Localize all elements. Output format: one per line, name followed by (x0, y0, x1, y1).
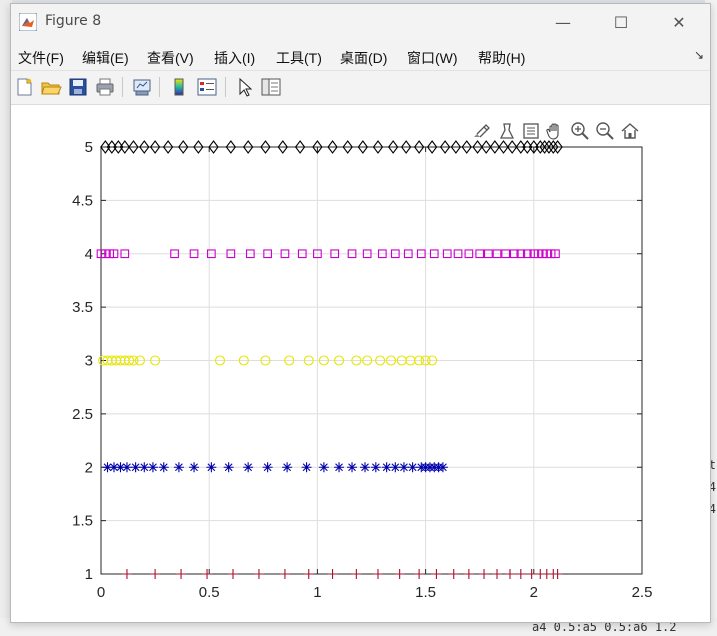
maximize-button[interactable]: ☐ (598, 4, 644, 40)
menu-desktop[interactable]: 桌面(D) (340, 48, 387, 68)
toolbar-separator (159, 77, 160, 97)
data-point-star (121, 462, 132, 473)
x-tick-label: 1.5 (415, 584, 436, 601)
y-tick-label: 1.5 (72, 513, 93, 530)
menu-insert[interactable]: 插入(I) (214, 48, 255, 68)
menu-edit[interactable]: 编辑(E) (82, 48, 129, 68)
x-tick-label: 0.5 (199, 584, 220, 601)
data-point-star (398, 462, 409, 473)
data-point-star (206, 462, 217, 473)
y-tick-label: 4 (85, 246, 93, 263)
window-title: Figure 8 (45, 13, 102, 29)
y-tick-label: 3 (85, 353, 93, 370)
data-point-star (370, 462, 381, 473)
data-point-star (347, 462, 358, 473)
data-point-star (282, 462, 293, 473)
new-figure-icon[interactable] (13, 76, 35, 98)
close-button[interactable]: ✕ (656, 4, 702, 40)
data-point-star (301, 462, 312, 473)
menu-tools[interactable]: 工具(T) (276, 48, 322, 68)
save-icon[interactable] (67, 76, 89, 98)
toolbar-separator (225, 77, 226, 97)
data-point-star (158, 462, 169, 473)
y-tick-label: 2 (85, 459, 93, 476)
x-tick-label: 2.5 (632, 584, 653, 601)
data-point-star (390, 462, 401, 473)
menu-help[interactable]: 帮助(H) (478, 48, 525, 68)
insert-colorbar-icon[interactable] (168, 76, 190, 98)
link-plot-icon[interactable] (131, 76, 153, 98)
data-point-star (437, 462, 448, 473)
data-point-star (189, 462, 200, 473)
scatter-plot: 0 0.5 1 1.5 2 2.5 1 1.5 2 2.5 3 3.5 4 4.5 5 (72, 139, 653, 601)
data-point-star (173, 462, 184, 473)
insert-legend-icon[interactable] (196, 76, 218, 98)
data-point-star (139, 462, 150, 473)
edit-plot-icon[interactable] (234, 76, 256, 98)
y-tick-label: 1 (85, 566, 93, 583)
toolbar-separator (122, 77, 123, 97)
title-bar[interactable]: Figure 8 — ☐ ✕ (11, 4, 710, 40)
data-point-star (407, 462, 418, 473)
data-point-star (223, 462, 234, 473)
property-inspector-icon[interactable] (260, 76, 282, 98)
data-point-star (147, 462, 158, 473)
y-tick-label: 2.5 (72, 406, 93, 423)
x-tick-label: 2 (530, 584, 538, 601)
open-file-icon[interactable] (40, 76, 62, 98)
menu-overflow-arrow-icon[interactable]: ↘ (694, 48, 704, 62)
data-point-star (360, 462, 371, 473)
x-tick-label: 0 (97, 584, 105, 601)
menu-bar: 文件(F) 编辑(E) 查看(V) 插入(I) 工具(T) 桌面(D) 窗口(W… (11, 40, 710, 71)
y-tick-label: 3.5 (72, 299, 93, 316)
x-tick-label: 1 (313, 584, 321, 601)
figure-window: Figure 8 — ☐ ✕ 文件(F) 编辑(E) 查看(V) 插入(I) 工… (10, 3, 711, 623)
data-point-star (318, 462, 329, 473)
y-tick-label: 5 (85, 139, 93, 156)
figure-toolbar (11, 71, 710, 105)
y-tick-label: 4.5 (72, 192, 93, 209)
print-icon[interactable] (94, 76, 116, 98)
menu-file[interactable]: 文件(F) (18, 48, 64, 68)
minimize-button[interactable]: — (540, 4, 586, 40)
menu-view[interactable]: 查看(V) (147, 48, 194, 68)
matlab-logo-icon (19, 13, 37, 31)
data-point-star (334, 462, 345, 473)
menu-window[interactable]: 窗口(W) (407, 48, 458, 68)
data-point-star (381, 462, 392, 473)
data-point-star (243, 462, 254, 473)
